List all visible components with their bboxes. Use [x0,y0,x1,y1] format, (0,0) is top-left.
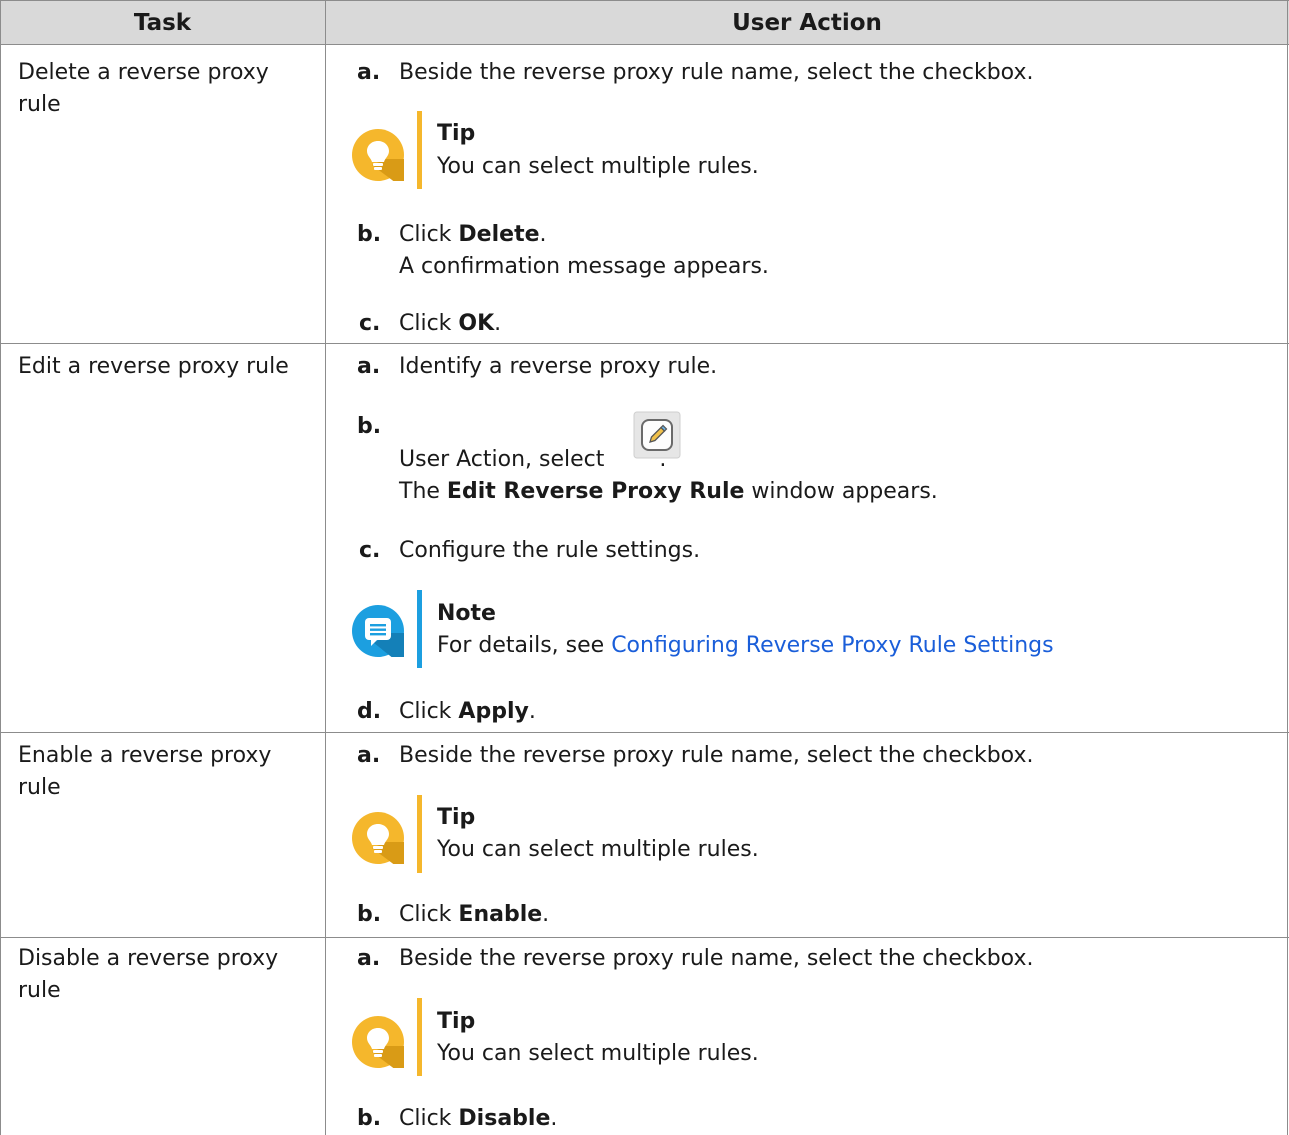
step-letter: a. [357,743,381,768]
ui-term-delete: Delete [458,222,540,247]
note-chat-icon [352,605,404,657]
tip-text: You can select multiple rules. [437,154,759,179]
task-cell: Delete a reverse proxy rule [18,60,269,117]
task-cell: Disable a reverse proxy rule [18,946,279,1003]
configuring-settings-link[interactable]: Configuring Reverse Proxy Rule Settings [611,633,1053,658]
step-letter: b. [357,902,382,927]
step-text: Beside the reverse proxy rule name, sele… [399,946,1034,971]
step-text-pre: Click [399,1106,459,1131]
step-text: Configure the rule settings. [399,538,701,563]
tip-title: Tip [437,121,476,146]
step-text-pre: User Action, select [399,447,612,472]
border-line [0,0,1289,1]
ui-term-ok: OK [458,311,495,336]
step-text-post: . [494,311,502,336]
border-line [0,732,1289,733]
step-text-pre: Click [399,902,459,927]
step-letter: b. [357,414,382,439]
border-line [0,44,1289,45]
step-letter: b. [357,222,382,247]
tip-title: Tip [437,805,476,830]
border-line [0,343,1289,344]
tip-text: You can select multiple rules. [437,1041,759,1066]
step-letter: c. [359,311,381,336]
step-result-post: window appears. [744,479,938,504]
step-letter: a. [357,60,381,85]
lightbulb-icon [352,812,404,864]
border-line [1287,0,1288,1135]
step-text-pre: Click [399,222,459,247]
step-text: Identify a reverse proxy rule. [399,354,718,379]
border-line [0,0,1,1135]
step-text: Click Delete. [399,219,547,251]
step-text-pre: Click [399,311,459,336]
note-title: Note [437,601,496,626]
note-accent-bar [417,590,422,668]
user-action-column-header: User Action [732,10,882,36]
step-text-post: . [542,902,550,927]
lightbulb-icon [352,1016,404,1068]
step-letter: a. [357,946,381,971]
ui-term-disable: Disable [458,1106,551,1131]
step-letter: b. [357,1106,382,1131]
step-result-pre: The [399,479,447,504]
document-page: Task User Action Delete a reverse proxy … [0,0,1289,1135]
step-text-post: . [528,699,536,724]
step-text: User Action, select . [399,444,666,476]
lightbulb-icon [352,129,404,181]
tip-title: Tip [437,1009,476,1034]
note-text: For details, see Configuring Reverse Pro… [437,631,1054,661]
step-text: Click OK. [399,308,501,340]
step-text: Click Enable. [399,899,549,931]
step-text-post: . [539,222,547,247]
step-text: Beside the reverse proxy rule name, sele… [399,743,1034,768]
tip-accent-bar [417,998,422,1076]
step-letter: c. [359,538,381,563]
border-line [325,0,326,1135]
task-column-header: Task [133,10,192,36]
step-text: Click Disable. [399,1103,557,1135]
ui-term-edit-reverse-proxy-rule: Edit Reverse Proxy Rule [446,479,745,504]
step-result-text: The Edit Reverse Proxy Rule window appea… [399,476,938,508]
task-cell: Edit a reverse proxy rule [18,354,289,379]
step-letter: a. [357,354,381,379]
step-result-text: A confirmation message appears. [399,254,769,279]
task-cell: Enable a reverse proxy rule [18,743,272,800]
border-line [0,937,1289,938]
tip-text: You can select multiple rules. [437,837,759,862]
ui-term-enable: Enable [458,902,543,927]
step-text: Click Apply. [399,696,536,728]
ui-term-apply: Apply [458,699,529,724]
tip-accent-bar [417,111,422,189]
edit-pencil-icon[interactable] [633,411,681,459]
tip-accent-bar [417,795,422,873]
step-text: Beside the reverse proxy rule name, sele… [399,60,1034,85]
note-text-pre: For details, see [437,633,612,658]
step-text-pre: Click [399,699,459,724]
step-text-post: . [550,1106,558,1131]
step-letter: d. [357,699,382,724]
